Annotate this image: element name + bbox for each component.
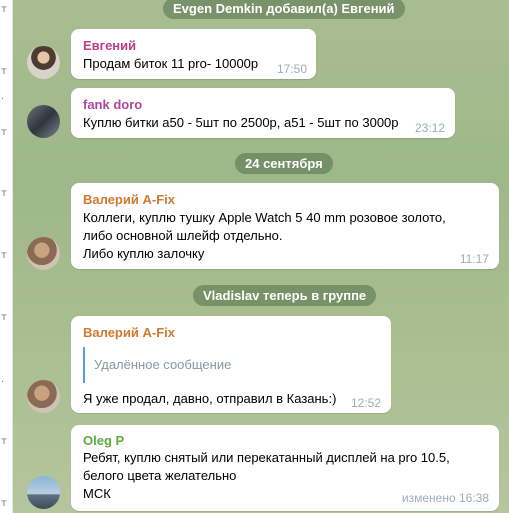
message-text: белого цвета желательно: [83, 468, 237, 483]
message-text: Либо куплю залочку: [83, 246, 205, 261]
message-time: 23:12: [414, 121, 445, 135]
avatar[interactable]: [27, 105, 60, 138]
message-text: Куплю битки а50 - 5шт по 2500р, а51 - 5ш…: [83, 115, 399, 130]
message-bubble: Евгений Продам биток 11 pro- 10000р 17:5…: [71, 29, 316, 79]
truncated-char: т: [1, 127, 7, 138]
truncated-char: .: [1, 91, 5, 102]
message-bubble: fank doro Куплю битки а50 - 5шт по 2500р…: [71, 88, 455, 138]
sender-name[interactable]: fank doro: [83, 97, 142, 112]
message-text: Ребят, куплю снятый или перекатанный дис…: [83, 450, 450, 465]
truncated-char: т: [1, 188, 7, 199]
sender-name[interactable]: Валерий A-Fix: [83, 192, 175, 207]
message-bubble: Валерий A-Fix Удалённое сообщение Я уже …: [71, 316, 391, 413]
message-text: МСК: [83, 486, 111, 501]
message-time: 17:50: [276, 62, 307, 76]
message-bubble: Валерий A-Fix Коллеги, куплю тушку Apple…: [71, 183, 499, 269]
truncated-char: т: [1, 498, 7, 509]
message-text: Коллеги, куплю тушку Apple Watch 5 40 mm…: [83, 210, 446, 225]
truncated-char: т: [1, 312, 7, 323]
message-text: Продам биток 11 pro- 10000р: [83, 56, 259, 71]
message-time: 12:52: [350, 396, 381, 410]
date-separator: 24 сентября: [235, 153, 333, 174]
chat-list-edge: т т . т т т т . т т: [0, 0, 13, 513]
avatar[interactable]: [27, 46, 60, 79]
truncated-char: т: [1, 4, 7, 15]
truncated-char: .: [1, 374, 5, 385]
message-text: Я уже продал, давно, отправил в Казань:): [83, 391, 337, 406]
truncated-char: т: [1, 66, 7, 77]
sender-name[interactable]: Валерий A-Fix: [83, 325, 175, 340]
reply-quote[interactable]: Удалённое сообщение: [83, 347, 231, 383]
sender-name[interactable]: Oleg P: [83, 433, 124, 448]
truncated-char: т: [1, 436, 7, 447]
truncated-char: т: [1, 250, 7, 261]
message-time: изменено 16:38: [401, 491, 489, 505]
message-bubble: Oleg P Ребят, куплю снятый или перекатан…: [71, 425, 499, 511]
message-time: 11:17: [459, 252, 489, 266]
avatar[interactable]: [27, 476, 60, 509]
sender-name[interactable]: Евгений: [83, 38, 136, 53]
avatar[interactable]: [27, 380, 60, 413]
message-text: либо основной шлейф отдельно.: [83, 228, 283, 243]
service-message-joined: Vladislav теперь в группе: [193, 285, 377, 306]
service-message-added: Evgen Demkin добавил(а) Евгений: [163, 0, 405, 19]
avatar[interactable]: [27, 237, 60, 270]
